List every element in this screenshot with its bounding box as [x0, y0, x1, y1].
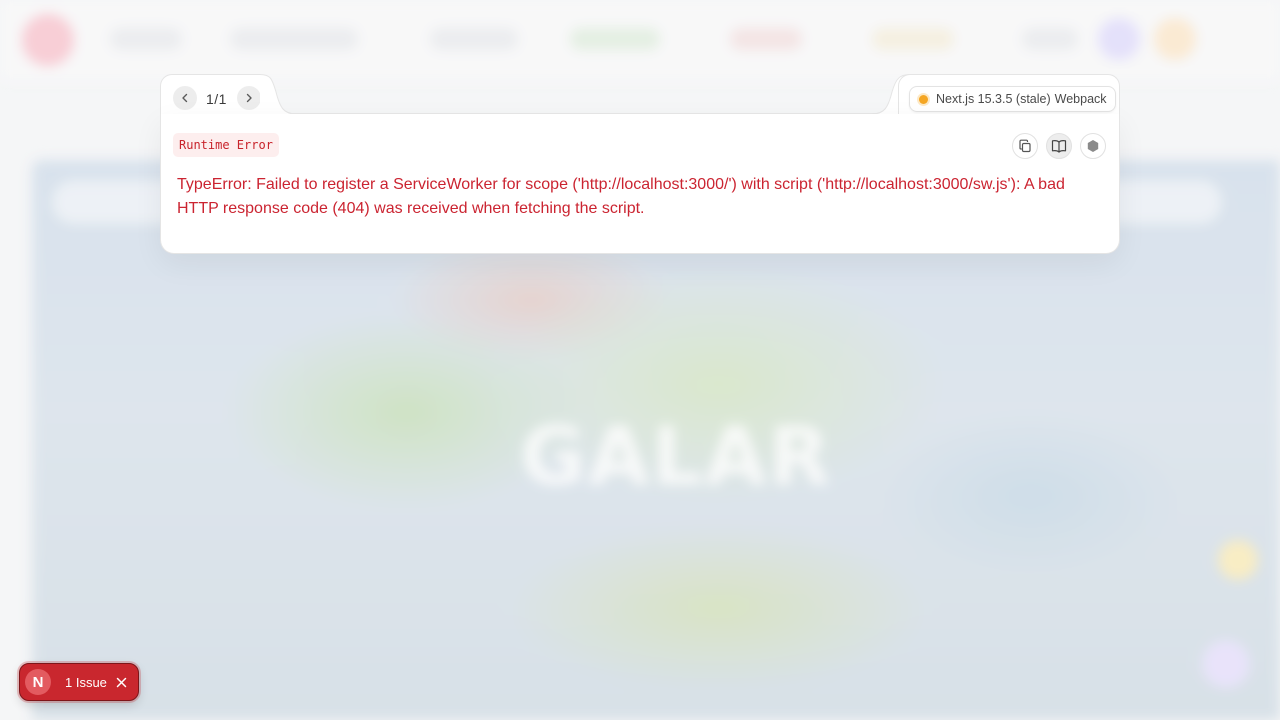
node-inspector-button[interactable]	[1080, 133, 1106, 159]
dismiss-issues-button[interactable]	[113, 674, 129, 690]
chevron-right-icon	[246, 93, 252, 103]
issues-count-label[interactable]: 1 Issue	[65, 675, 107, 690]
error-overlay-header: 1/1 Next.js 15.3.5 (stale) Webpack	[160, 74, 1120, 118]
open-docs-button[interactable]	[1046, 133, 1072, 159]
docs-book-icon	[1051, 140, 1067, 153]
bundler-label: Webpack	[1054, 92, 1107, 106]
version-staleness-indicator[interactable]: Next.js 15.3.5 (stale) Webpack	[909, 86, 1116, 112]
nextjs-logo-icon[interactable]: N	[25, 669, 51, 695]
node-hexagon-icon	[1087, 140, 1099, 152]
error-overlay-panel: Runtime Error TypeError: Failed to regis…	[160, 114, 1120, 254]
previous-error-button[interactable]	[173, 86, 197, 110]
error-pager: 1/1	[160, 74, 272, 118]
chevron-left-icon	[182, 93, 188, 103]
stale-status-dot	[919, 95, 928, 104]
tabs-divider	[290, 74, 900, 114]
issues-toast[interactable]: N 1 Issue	[19, 663, 139, 701]
close-icon	[116, 677, 126, 687]
copy-error-button[interactable]	[1012, 133, 1038, 159]
next-error-button[interactable]	[237, 86, 261, 110]
error-message: TypeError: Failed to register a ServiceW…	[177, 176, 1065, 217]
nextjs-version-label: Next.js 15.3.5 (stale)	[936, 92, 1051, 106]
error-pager-count: 1/1	[206, 91, 227, 107]
error-type-badge: Runtime Error	[173, 133, 279, 157]
version-info-tab: Next.js 15.3.5 (stale) Webpack	[898, 74, 1120, 118]
copy-icon	[1019, 139, 1031, 153]
